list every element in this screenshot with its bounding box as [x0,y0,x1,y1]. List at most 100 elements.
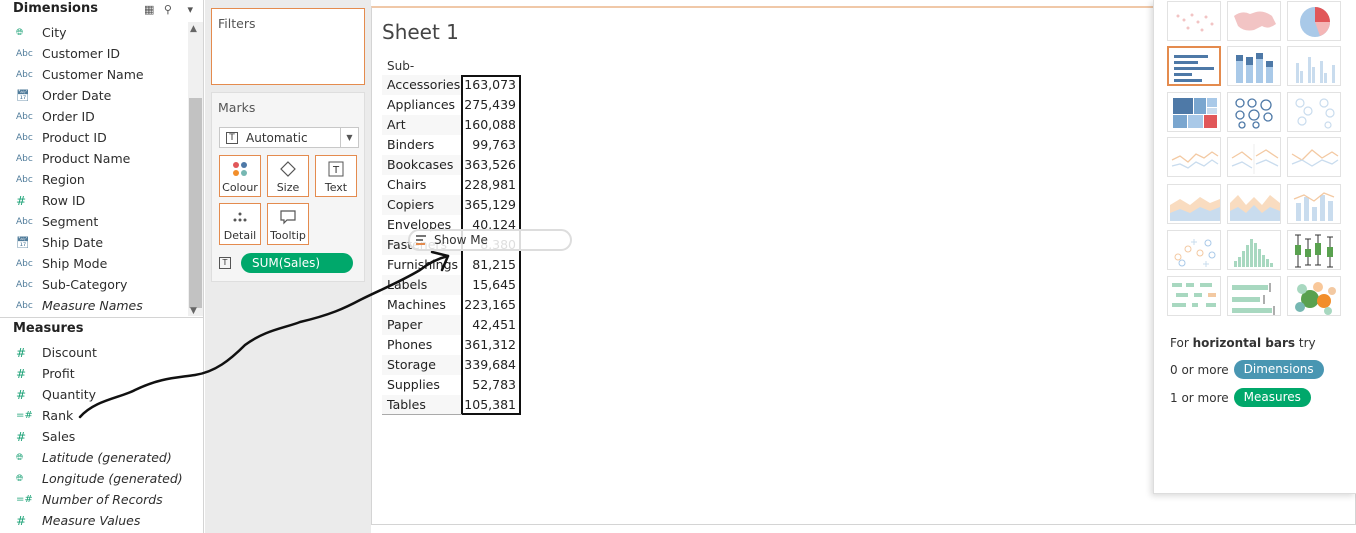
dual-lines-thumb[interactable] [1287,137,1341,177]
chevron-down-icon[interactable]: ▾ [187,3,193,16]
field-item[interactable]: # Profit [0,363,204,384]
field-label: Sales [42,429,76,444]
row-label[interactable]: Machines [382,295,462,315]
detail-icon [232,204,248,229]
pane-divider [0,317,204,318]
text-mark-icon: T [226,131,238,144]
row-label[interactable]: Appliances [382,95,462,115]
bullet-graph-thumb[interactable] [1227,276,1281,316]
circle-views-thumb[interactable] [1227,92,1281,132]
filled-map-thumb[interactable] [1227,1,1281,41]
row-label[interactable]: Binders [382,135,462,155]
detail-button[interactable]: Detail [219,203,261,245]
gantt-chart-thumb[interactable] [1167,276,1221,316]
field-label: Rank [42,408,74,423]
text-label: Text [324,181,348,194]
show-me-drag-tooltip: Show Me [408,229,572,251]
row-label[interactable]: Furnishings [382,255,462,275]
chevron-down-icon[interactable]: ▼ [340,128,358,147]
area-continuous-thumb[interactable] [1167,184,1221,224]
horizontal-bars-thumb[interactable] [1167,46,1221,86]
dual-combination-thumb[interactable] [1287,184,1341,224]
field-item[interactable]: Abc Segment [0,211,188,232]
field-item[interactable]: Abc Ship Mode [0,253,188,274]
scatter-plot-thumb[interactable] [1167,230,1221,270]
hash-icon: # [16,429,27,444]
show-me-panel: For horizontal bars try 0 or more Dimens… [1153,0,1356,494]
tooltip-button[interactable]: Tooltip [267,203,309,245]
sum-sales-pill[interactable]: SUM(Sales) [241,253,353,273]
field-item[interactable]: # Sales [0,426,204,447]
field-item[interactable]: Abc Product ID [0,127,188,148]
continuous-lines-thumb[interactable] [1167,137,1221,177]
row-label[interactable]: Tables [382,395,462,415]
marks-title: Marks [218,100,256,115]
field-item[interactable]: 📅︎ Order Date [0,85,188,106]
row-label[interactable]: Labels [382,275,462,295]
histogram-thumb[interactable] [1227,230,1281,270]
pie-chart-thumb[interactable] [1287,1,1341,41]
field-item[interactable]: Abc Order ID [0,106,188,127]
scroll-thumb[interactable] [189,98,202,308]
text-button[interactable]: T Text [315,155,357,197]
row-label[interactable]: Phones [382,335,462,355]
measures-pill: Measures [1233,388,1311,407]
row-label[interactable]: Art [382,115,462,135]
box-whisker-thumb[interactable] [1287,230,1341,270]
mark-type-dropdown[interactable]: T Automatic ▼ [219,127,359,148]
side-by-side-circles-thumb[interactable] [1287,92,1341,132]
search-icon[interactable]: ⚲ [164,3,172,16]
field-label: Region [42,172,85,187]
field-item[interactable]: Abc Sub-Category [0,274,188,295]
row-label[interactable]: Storage [382,355,462,375]
field-item[interactable]: # Discount [0,342,204,363]
dimensions-list: 🌐︎ City Abc Customer ID Abc Customer Name 📅︎ Or… [0,22,188,316]
field-item[interactable]: 📅︎ Ship Date [0,232,188,253]
field-item[interactable]: =# Rank [0,405,204,426]
abc-icon: Abc [16,300,33,311]
filters-title: Filters [218,16,256,31]
field-item[interactable]: =# Number of Records [0,489,204,510]
row-label[interactable]: Chairs [382,175,462,195]
field-label: Customer ID [42,46,121,61]
filters-shelf[interactable]: Filters [211,8,365,85]
treemap-thumb[interactable] [1167,92,1221,132]
row-label[interactable]: Bookcases [382,155,462,175]
field-item[interactable]: Abc Product Name [0,148,188,169]
stacked-bars-thumb[interactable] [1227,46,1281,86]
marks-card: Marks T Automatic ▼ Colour Size T Text D… [211,92,365,282]
scroll-down-icon[interactable]: ▼ [190,306,197,316]
row-label[interactable]: Copiers [382,195,462,215]
symbol-map-thumb[interactable] [1167,1,1221,41]
field-item[interactable]: # Quantity [0,384,204,405]
field-label: Number of Records [42,492,163,507]
field-item[interactable]: # Row ID [0,190,188,211]
size-button[interactable]: Size [267,155,309,197]
field-item[interactable]: 🌐︎ Latitude (generated) [0,447,204,468]
field-label: Ship Date [42,235,104,250]
discrete-lines-thumb[interactable] [1227,137,1281,177]
colour-button[interactable]: Colour [219,155,261,197]
list-view-icon[interactable]: ▦ [144,3,154,16]
row-label[interactable]: Supplies [382,375,462,395]
area-discrete-thumb[interactable] [1227,184,1281,224]
field-label: Order ID [42,109,95,124]
show-me-drag-label: Show Me [434,233,488,247]
field-label: Customer Name [42,67,144,82]
dimensions-scrollbar[interactable]: ▲ ▼ [188,22,203,316]
colour-label: Colour [222,181,258,194]
packed-bubbles-thumb[interactable] [1287,276,1341,316]
side-by-side-bars-thumb[interactable] [1287,46,1341,86]
abc-icon: Abc [16,48,33,59]
field-item[interactable]: 🌐︎ City [0,22,188,43]
field-item[interactable]: # Measure Values [0,510,204,531]
field-item[interactable]: Abc Measure Names [0,295,188,316]
row-label[interactable]: Accessories [382,75,462,95]
field-item[interactable]: 🌐︎ Longitude (generated) [0,468,204,489]
field-item[interactable]: Abc Customer ID [0,43,188,64]
row-label[interactable]: Paper [382,315,462,335]
scroll-up-icon[interactable]: ▲ [190,24,197,34]
sheet-title[interactable]: Sheet 1 [382,20,459,44]
field-item[interactable]: Abc Region [0,169,188,190]
field-item[interactable]: Abc Customer Name [0,64,188,85]
